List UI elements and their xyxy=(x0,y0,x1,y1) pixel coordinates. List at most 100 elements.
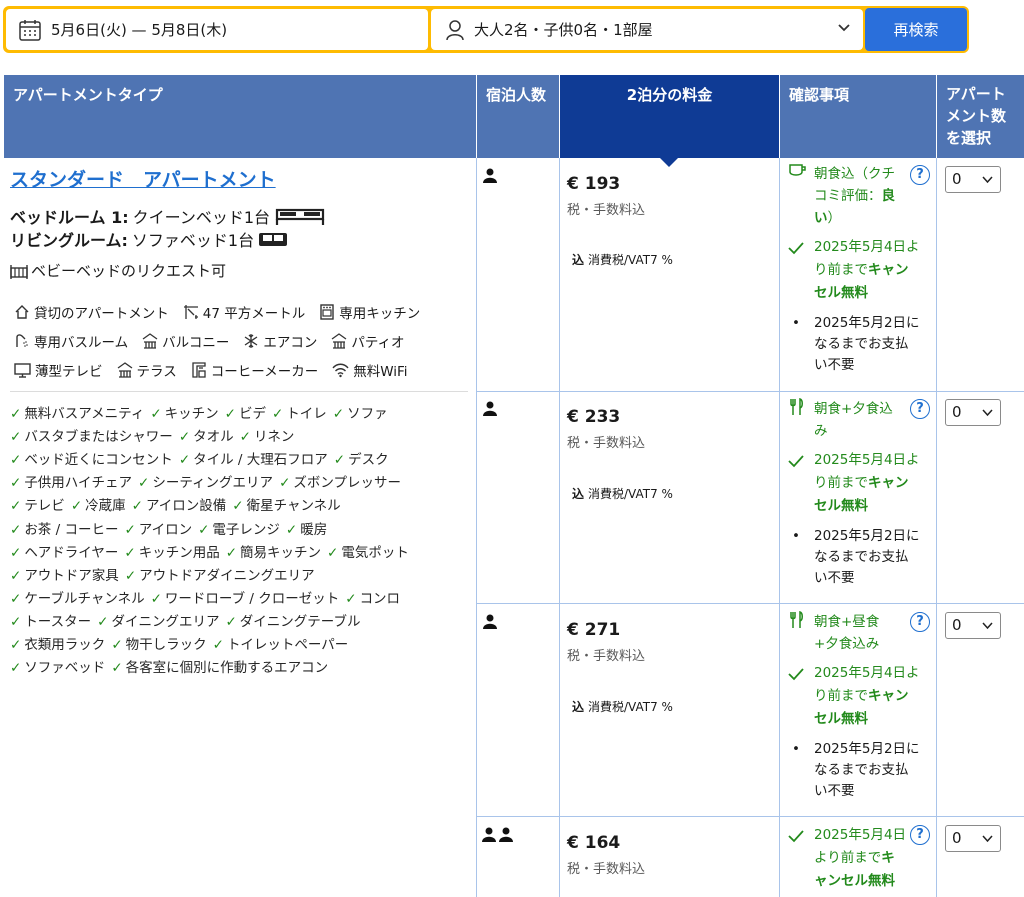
date-picker[interactable]: 5月6日(火) — 5月8日(木) xyxy=(6,9,428,50)
search-again-button[interactable]: 再検索 xyxy=(865,8,967,51)
amenity-item: ✓ リネン xyxy=(240,429,295,445)
amenity-item: ✓ ヘアドライヤー xyxy=(10,545,118,561)
kitchen-icon xyxy=(320,304,334,320)
amenity-item: ✓ ビデ xyxy=(225,406,266,422)
cancel-bold: キャン xyxy=(868,688,909,704)
amenities-row: ✓ ソファベッド ✓ 各客室に個別に作動するエアコン xyxy=(10,656,334,676)
check-icon xyxy=(788,242,804,255)
sofa-bed-icon xyxy=(259,233,288,246)
check-icon: ✓ xyxy=(10,498,22,515)
check-icon: ✓ xyxy=(225,613,237,630)
room-quantity-select[interactable]: 0 xyxy=(945,166,1001,193)
check-icon: ✓ xyxy=(327,544,339,561)
amenity-label: ケーブルチャンネル xyxy=(24,590,145,607)
amenity-label: トースター xyxy=(24,613,92,630)
amenities-row: ✓ ベッド近くにコンセント ✓ タイル / 大理石フロア ✓ デスク xyxy=(10,448,395,468)
header-select-line: メント数 xyxy=(946,107,1007,125)
pay-text: 2025年5月2日に xyxy=(814,741,920,757)
help-question-icon[interactable]: ? xyxy=(910,612,930,632)
pay-text: 2025年5月2日に xyxy=(814,528,920,544)
facility-label: パティオ xyxy=(351,335,405,351)
amenity-item: ✓ アウトドア家具 xyxy=(10,568,119,584)
price-amount: € 233 xyxy=(567,407,621,427)
date-range-text: 5月6日(火) — 5月8日(木) xyxy=(51,21,228,39)
amenity-label: 無料バスアメニティ xyxy=(24,406,145,422)
amenity-item: ✓ アウトドアダイニングエリア xyxy=(125,568,315,584)
amenity-label: ヘアドライヤー xyxy=(24,544,119,561)
help-question-icon[interactable]: ? xyxy=(910,165,930,185)
vat-info: 込消費税/VAT7 % xyxy=(572,485,673,502)
room-title-link[interactable]: スタンダード アパートメント xyxy=(10,165,276,192)
amenities-row: ✓ お茶 / コーヒー ✓ アイロン ✓ 電子レンジ ✓ 暖房 xyxy=(10,518,333,538)
vat-tag: 込 xyxy=(572,487,585,501)
pay-text: い不要 xyxy=(814,783,855,799)
room-quantity-select[interactable]: 0 xyxy=(945,825,1001,852)
check-icon: ✓ xyxy=(131,498,143,515)
check-icon: ✓ xyxy=(239,429,251,446)
price-amount: € 271 xyxy=(567,620,621,640)
amenity-item: ✓ ダイニングエリア xyxy=(97,614,219,630)
amenity-item: ✓ ベッド近くにコンセント xyxy=(10,452,173,468)
amenity-label: ズボンプレッサー xyxy=(293,475,401,492)
check-icon: ✓ xyxy=(271,406,284,422)
amenity-item: ✓ バスタブまたはシャワー xyxy=(10,429,173,445)
review-score-word: 良 xyxy=(881,188,896,204)
amenity-label: ソファ xyxy=(347,406,388,422)
select-value: 0 xyxy=(952,170,962,188)
check-icon: ✓ xyxy=(279,475,291,492)
room-quantity-select[interactable]: 0 xyxy=(945,612,1001,639)
amenity-label: ビデ xyxy=(238,406,266,422)
cancel-text: り前まで xyxy=(814,688,868,704)
facility-item: コーヒーメーカー xyxy=(191,360,318,380)
amenity-label: ソファベッド xyxy=(24,660,106,677)
cancel-text: 2025年5月4日 xyxy=(814,827,907,843)
check-icon: ✓ xyxy=(10,590,22,607)
facility-item: テラス xyxy=(117,360,177,380)
amenity-item: ✓ 子供用ハイチェア xyxy=(10,475,132,491)
guest-selector[interactable]: 大人2名・子供0名・1部屋 xyxy=(431,9,863,50)
wifi-icon xyxy=(332,363,349,378)
amenity-item: ✓ ソファベッド xyxy=(10,660,105,676)
amenity-item: ✓ ワードローブ / クローゼット xyxy=(151,591,340,607)
check-icon: ✓ xyxy=(212,637,224,653)
check-icon: ✓ xyxy=(124,567,137,584)
facility-item: 専用バスルーム xyxy=(14,331,128,351)
chevron-down-icon xyxy=(982,622,993,630)
amenity-label: キッチン用品 xyxy=(138,544,220,561)
amenity-item: ✓ トースター xyxy=(10,614,91,630)
help-question-icon[interactable]: ? xyxy=(910,825,930,845)
terrace-icon xyxy=(117,362,132,378)
facility-label: テラス xyxy=(136,364,177,380)
amenities-row: ✓ 無料バスアメニティ ✓ キッチン ✓ ビデ ✓ トイレ ✓ ソファ xyxy=(10,402,394,422)
amenity-item: ✓ 冷蔵庫 xyxy=(71,498,126,514)
amenity-label: コンロ xyxy=(359,590,401,607)
help-question-icon[interactable]: ? xyxy=(910,399,930,419)
meal-plan: 朝食+昼食 +夕食込み xyxy=(788,610,918,655)
search-bar: 5月6日(火) — 5月8日(木) 大人2名・子供0名・1部屋 再検索 xyxy=(3,6,969,53)
section-divider xyxy=(10,391,468,392)
price-amount: € 164 xyxy=(567,833,621,853)
header-price[interactable]: 2泊分の料金 xyxy=(560,75,779,158)
amenity-item: ✓ 衣類用ラック xyxy=(10,637,105,653)
coffee-maker-icon xyxy=(192,362,206,378)
amenities-row: ✓ トースター ✓ ダイニングエリア ✓ ダイニングテーブル xyxy=(10,610,366,630)
patio-icon xyxy=(331,333,347,349)
facility-label: 専用キッチン xyxy=(339,306,421,322)
amenities-row: ✓ ケーブルチャンネル ✓ ワードローブ / クローゼット ✓ コンロ xyxy=(10,587,406,607)
amenities-row: ✓ 衣類用ラック ✓ 物干しラック ✓ トイレットペーパー xyxy=(10,633,354,653)
row-divider xyxy=(476,603,1024,604)
amenity-item: ✓ 無料バスアメニティ xyxy=(10,406,144,422)
no-prepayment: • 2025年5月2日に なるまでお支払 い不要 xyxy=(792,528,920,586)
column-divider xyxy=(559,158,560,897)
amenity-item: ✓ キッチン用品 xyxy=(124,545,219,561)
check-icon xyxy=(788,455,804,468)
cancel-text: り前まで xyxy=(814,475,868,491)
facility-item: バルコニー xyxy=(142,331,229,351)
facility-item: 専用キッチン xyxy=(319,302,420,322)
check-icon: ✓ xyxy=(345,590,357,607)
header-conditions: 確認事項 xyxy=(780,75,936,158)
check-icon: ✓ xyxy=(10,567,22,584)
check-icon: ✓ xyxy=(10,452,22,469)
room-quantity-select[interactable]: 0 xyxy=(945,399,1001,426)
fork-knife-icon xyxy=(790,610,803,628)
